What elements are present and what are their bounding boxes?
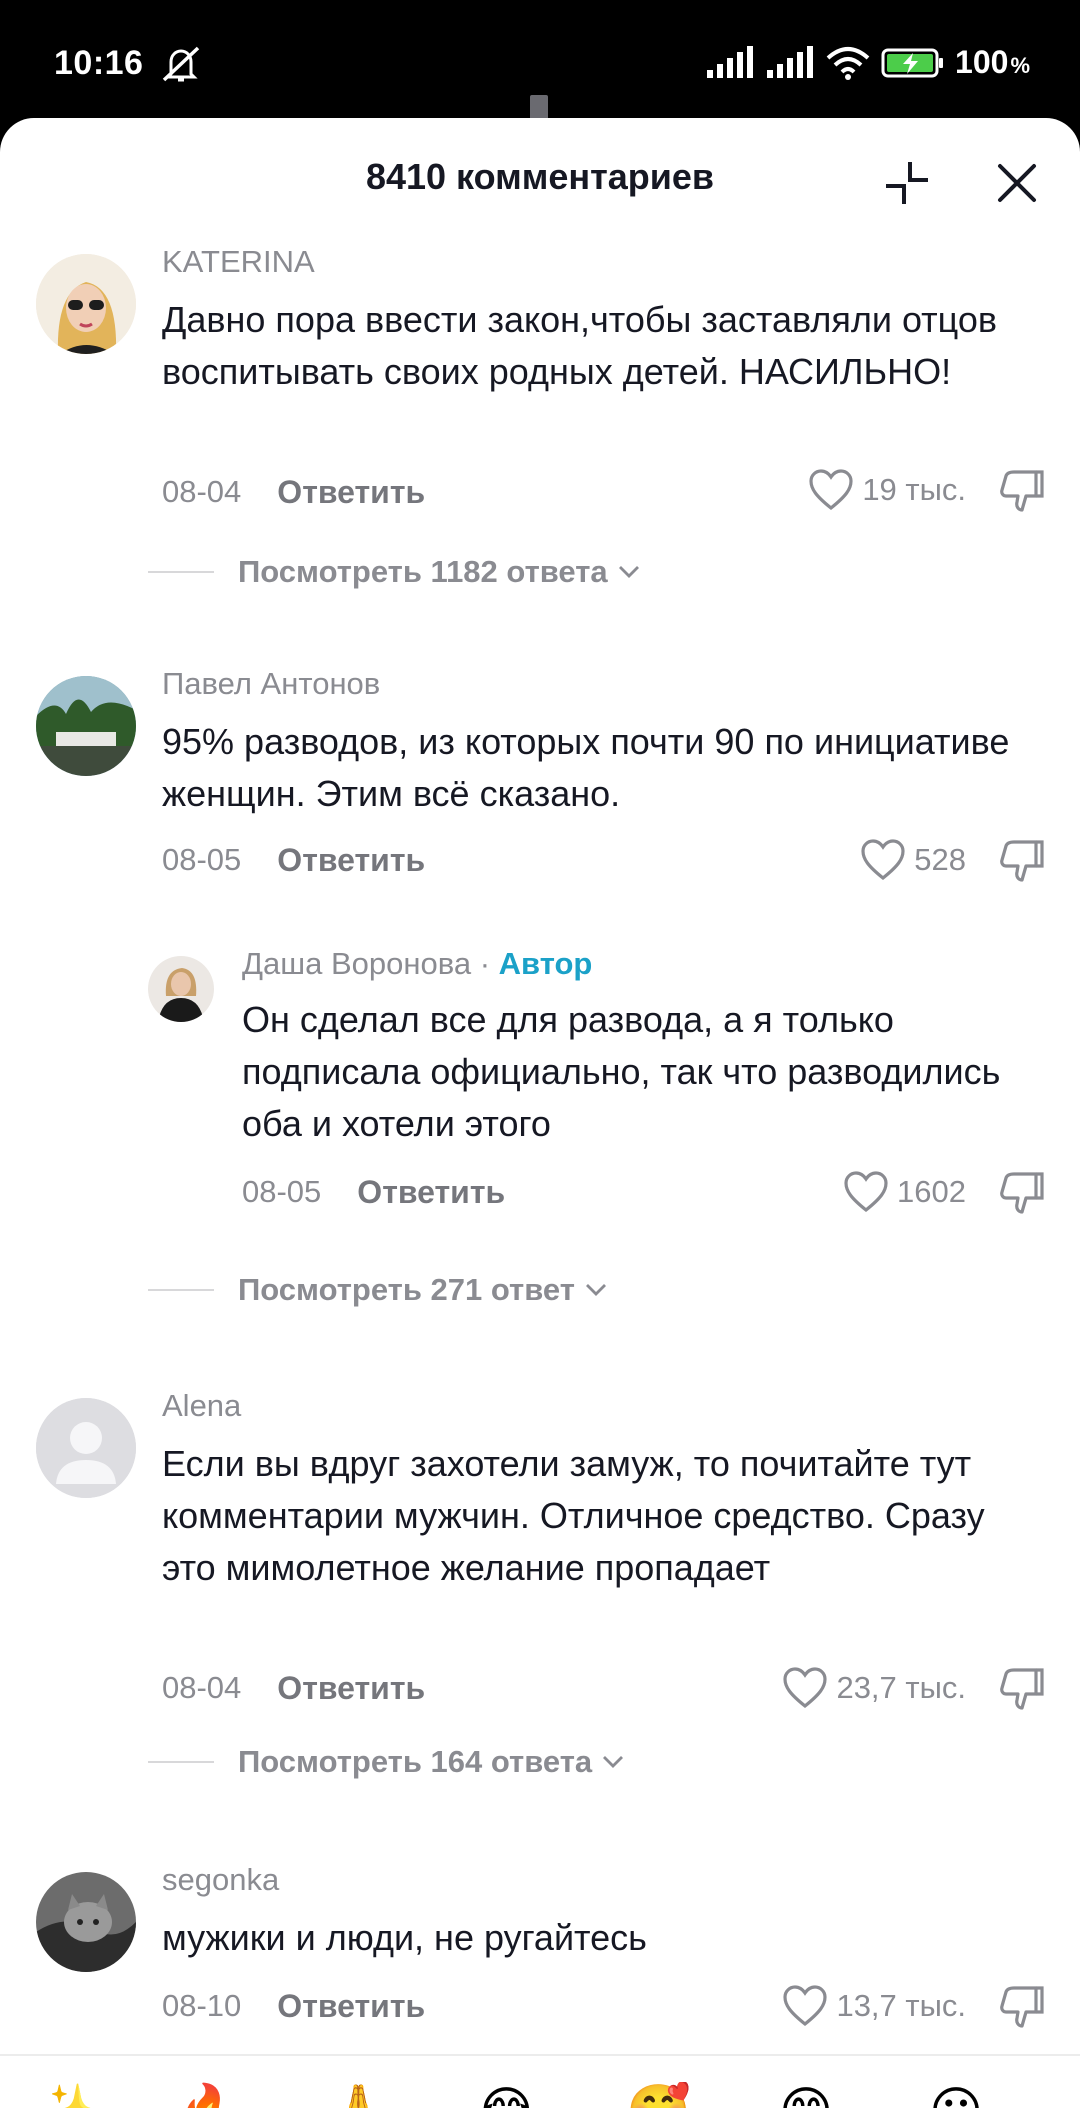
comment-meta: 08-10 Ответить <box>162 1984 425 2028</box>
view-replies-label: Посмотреть 164 ответа <box>238 1744 593 1779</box>
reply-button[interactable]: Ответить <box>357 1174 505 1211</box>
battery-unit: % <box>1010 52 1030 78</box>
view-replies-label: Посмотреть 271 ответ <box>238 1272 575 1307</box>
comment-text: 95% разводов, из которых почти 90 по ини… <box>162 721 1010 814</box>
emoji-button[interactable]: ✨ <box>36 2082 101 2108</box>
collapse-icon[interactable] <box>882 158 932 208</box>
emoji-bar-divider <box>0 2054 1080 2056</box>
reply-button[interactable]: Ответить <box>277 474 425 511</box>
close-icon[interactable] <box>994 160 1040 206</box>
view-replies-button[interactable]: Посмотреть 164 ответа <box>148 1742 624 1782</box>
like-count: 1602 <box>897 1174 966 1209</box>
reply-text: Он сделал все для развода, а я только по… <box>242 999 1001 1144</box>
heart-icon <box>809 469 853 511</box>
comment-username[interactable]: KATERINA <box>162 244 315 280</box>
emoji-button[interactable]: 🥰 <box>626 2082 691 2108</box>
signal-icon <box>767 45 814 78</box>
battery-icon <box>881 48 944 77</box>
like-count: 23,7 тыс. <box>836 1670 966 1705</box>
reply-username[interactable]: Даша Воронова <box>242 946 471 981</box>
comment-username[interactable]: Павел Антонов <box>162 666 380 702</box>
separator: · <box>471 946 499 981</box>
status-bar: 10:16 100 % <box>0 0 1080 128</box>
chevron-down-icon <box>603 1756 624 1768</box>
avatar[interactable] <box>36 1872 136 1972</box>
like-button[interactable]: 13,7 тыс. <box>782 1980 966 2032</box>
battery-level: 100 <box>955 44 1009 80</box>
like-count: 13,7 тыс. <box>836 1988 966 2023</box>
comments-sheet: 8410 комментариев KATERINA Давно пора вв… <box>0 118 1080 2108</box>
emoji-button[interactable]: 😂 <box>476 2082 537 2108</box>
comment-username[interactable]: segonka <box>162 1862 279 1898</box>
comment-date: 08-04 <box>162 1670 242 1705</box>
emoji-button[interactable]: 🙏 <box>326 2082 391 2108</box>
signal-icon <box>707 45 754 78</box>
sheet-header: 8410 комментариев <box>0 118 1080 240</box>
avatar[interactable] <box>148 956 214 1022</box>
heart-icon <box>783 1667 828 1709</box>
comment-date: 08-05 <box>162 842 242 877</box>
emoji-bar: ✨ 🔥 🙏 😂 🥰 😊 😮 <box>0 2082 1080 2108</box>
avatar[interactable] <box>36 254 136 354</box>
emoji-button[interactable]: 😮 <box>926 2082 986 2108</box>
view-replies-button[interactable]: Посмотреть 1182 ответа <box>148 552 640 592</box>
like-count: 528 <box>914 842 966 877</box>
chevron-down-icon <box>618 566 639 578</box>
author-badge: Автор <box>498 946 593 981</box>
status-time: 10:16 <box>54 44 144 82</box>
comment-username[interactable]: Alena <box>162 1388 241 1424</box>
comment-text: мужики и люди, не ругайтесь <box>162 1917 647 1958</box>
avatar[interactable] <box>36 676 136 776</box>
emoji-button[interactable]: 🔥 <box>176 2082 241 2108</box>
chevron-down-icon <box>585 1284 606 1296</box>
heart-icon <box>783 1985 828 2027</box>
view-replies-button[interactable]: Посмотреть 271 ответ <box>148 1270 607 1310</box>
avatar[interactable] <box>36 1398 136 1498</box>
heart-icon <box>844 1171 888 1213</box>
like-button[interactable]: 23,7 тыс. <box>782 1662 966 1714</box>
comment-meta: 08-04 Ответить <box>162 470 425 514</box>
wifi-icon <box>826 46 870 80</box>
dislike-icon[interactable] <box>996 1168 1046 1218</box>
dislike-icon[interactable] <box>996 1982 1046 2032</box>
like-button[interactable]: 19 тыс. <box>808 464 966 516</box>
dislike-icon[interactable] <box>996 1664 1046 1714</box>
dislike-icon[interactable] <box>996 466 1046 516</box>
replies-divider <box>148 1289 214 1291</box>
emoji-button[interactable]: 😊 <box>776 2082 836 2108</box>
reply-date: 08-05 <box>242 1174 322 1209</box>
like-button[interactable]: 528 <box>860 834 966 886</box>
comment-date: 08-04 <box>162 474 242 509</box>
reply-username-line: Даша Воронова · Автор <box>242 946 592 982</box>
like-count: 19 тыс. <box>862 472 966 507</box>
comment-text: Если вы вдруг захотели замуж, то почитай… <box>162 1443 985 1588</box>
comment-meta: 08-05 Ответить <box>162 838 425 882</box>
heart-icon <box>861 839 905 881</box>
status-icons: 100 % <box>705 44 1030 81</box>
comment-meta: 08-04 Ответить <box>162 1666 425 1710</box>
replies-divider <box>148 1761 214 1763</box>
reply-meta: 08-05 Ответить <box>242 1170 505 1214</box>
like-button[interactable]: 1602 <box>843 1166 966 1218</box>
replies-divider <box>148 571 214 573</box>
reply-button[interactable]: Ответить <box>277 1670 425 1707</box>
reply-button[interactable]: Ответить <box>277 842 425 879</box>
comment-text: Давно пора ввести закон,чтобы заставляли… <box>162 299 998 392</box>
comment-date: 08-10 <box>162 1988 242 2023</box>
view-replies-label: Посмотреть 1182 ответа <box>238 554 608 589</box>
dislike-icon[interactable] <box>996 836 1046 886</box>
mute-icon <box>162 46 200 82</box>
reply-button[interactable]: Ответить <box>277 1988 425 2025</box>
